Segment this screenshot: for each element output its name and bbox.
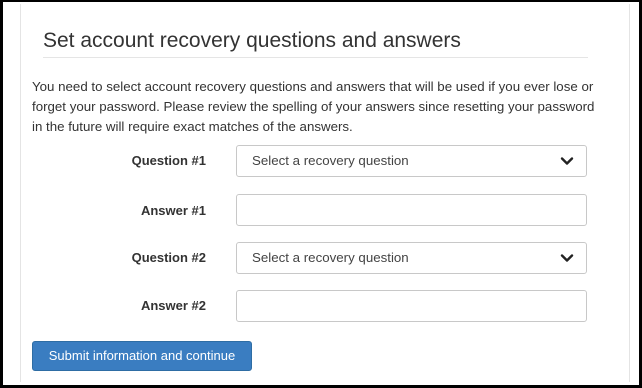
question-1-label: Question #1 xyxy=(131,153,206,168)
question-2-select[interactable]: Select a recovery question xyxy=(236,242,587,274)
question-1-select[interactable]: Select a recovery question xyxy=(236,145,587,177)
answer-1-label: Answer #1 xyxy=(140,203,206,218)
question-1-selected-value: Select a recovery question xyxy=(252,153,409,168)
question-2-label: Question #2 xyxy=(131,250,206,265)
question-2-selected-value: Select a recovery question xyxy=(252,250,409,265)
answer-1-input[interactable] xyxy=(236,194,587,226)
answer-2-label: Answer #2 xyxy=(140,298,206,313)
title-divider xyxy=(43,57,588,58)
form-panel xyxy=(20,4,630,382)
answer-2-input[interactable] xyxy=(236,290,587,322)
page-title: Set account recovery questions and answe… xyxy=(43,29,461,52)
chevron-down-icon xyxy=(560,157,574,165)
instructions-text: You need to select account recovery ques… xyxy=(32,79,595,134)
chevron-down-icon xyxy=(560,254,574,262)
submit-button[interactable]: Submit information and continue xyxy=(32,341,252,371)
